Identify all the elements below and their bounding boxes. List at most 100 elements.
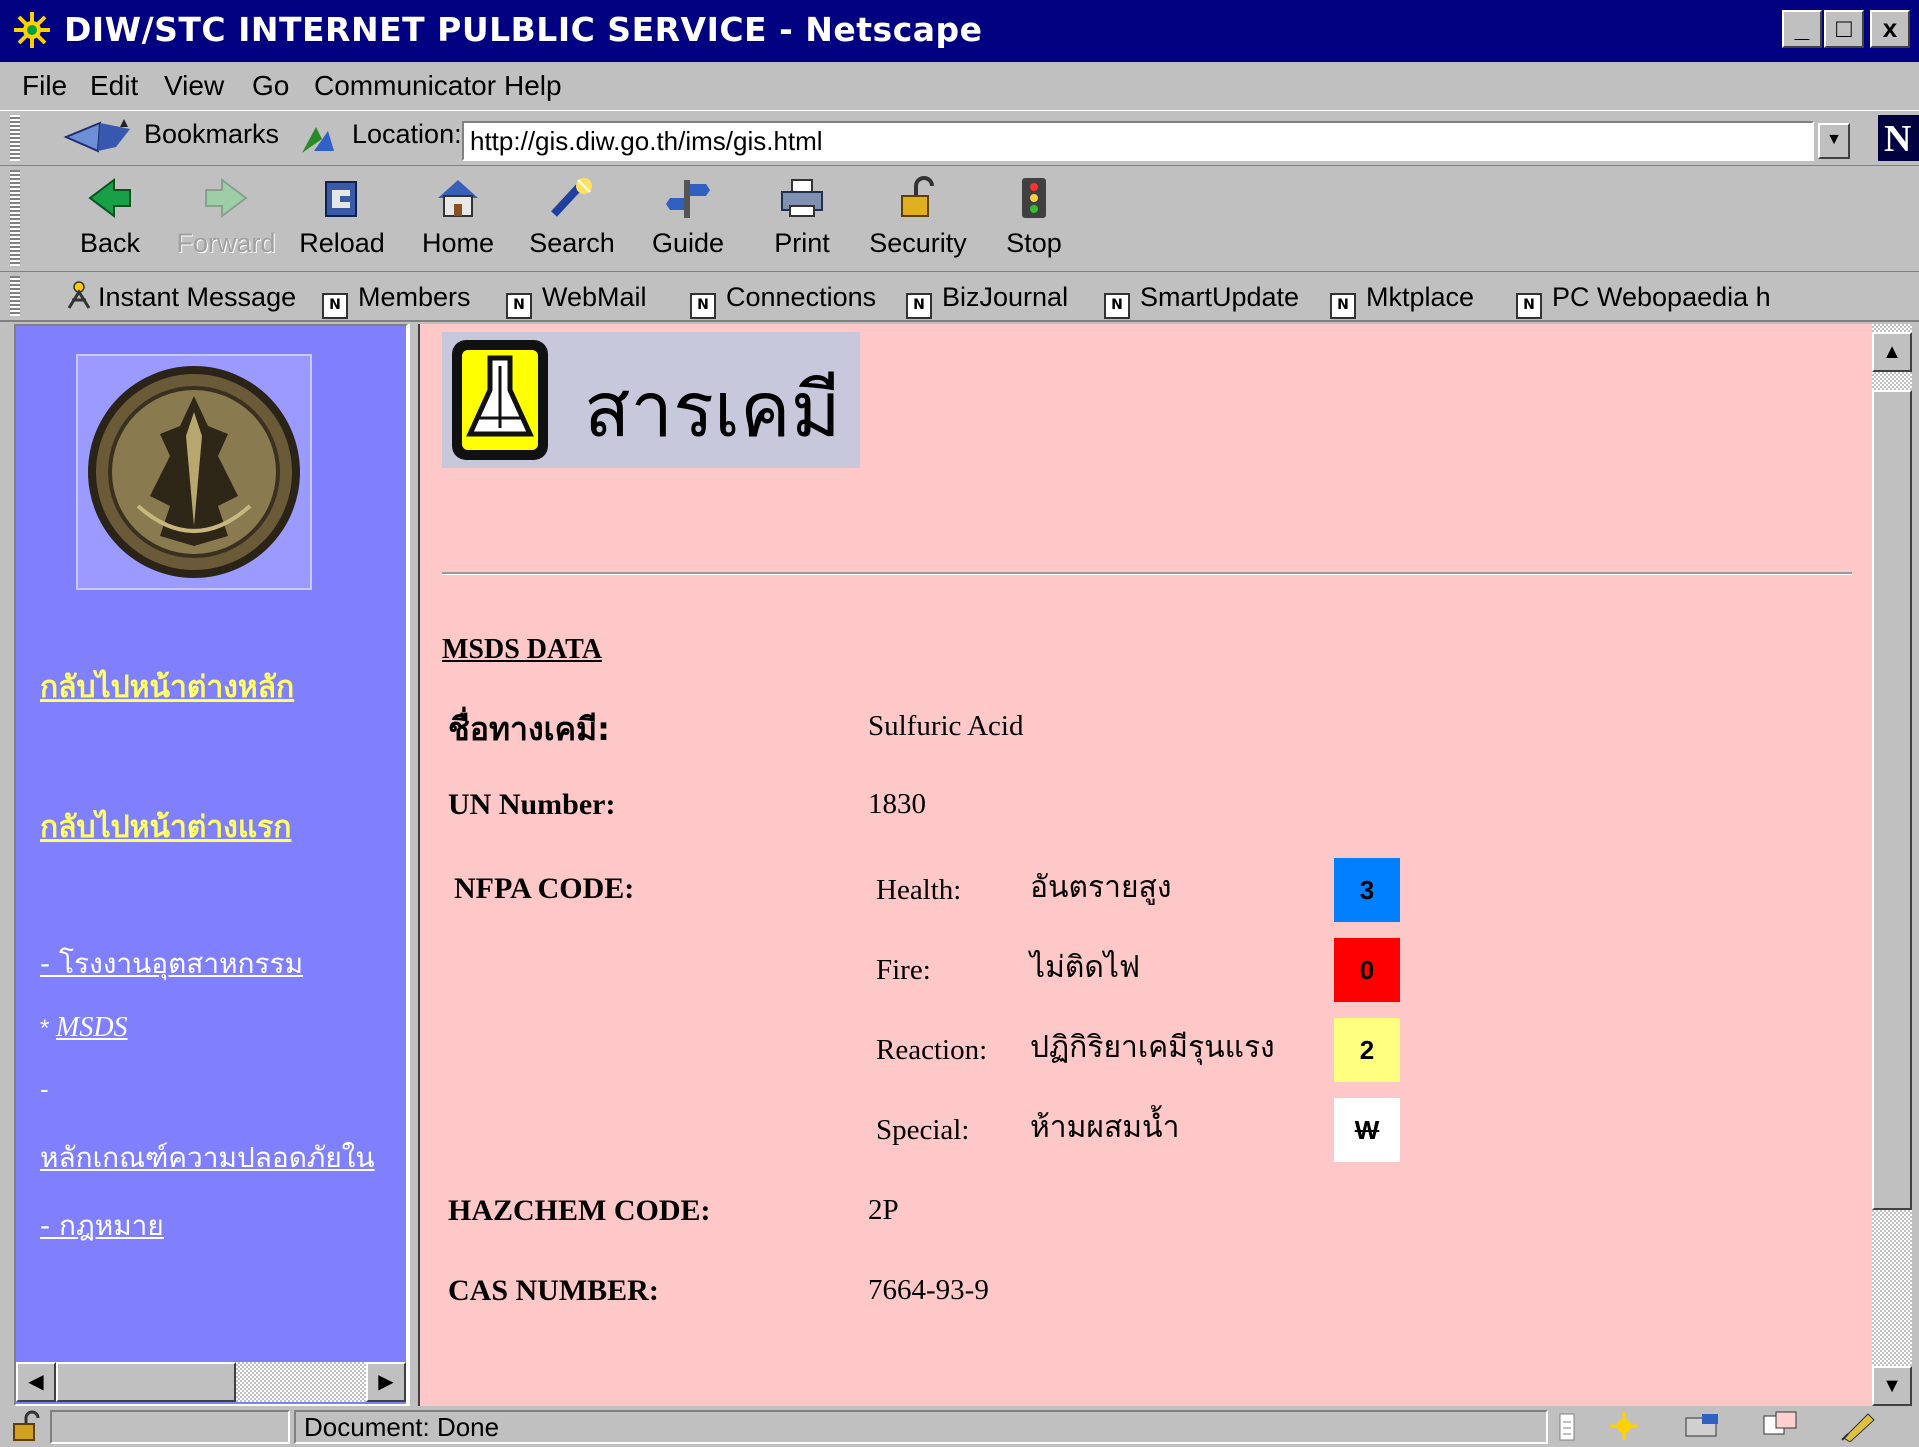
- horizontal-rule: [442, 572, 1852, 575]
- padlock-icon: [901, 176, 934, 217]
- forward-arrow-icon: [205, 178, 248, 218]
- bookmark-connections[interactable]: N Connections: [690, 278, 876, 319]
- url-dropdown-button[interactable]: ▼: [1818, 123, 1850, 159]
- nfpa-fire-desc: ไม่ติดไฟ: [1030, 950, 1141, 985]
- navigator-icon[interactable]: [1604, 1410, 1644, 1447]
- bookmark-page-icon: N: [1104, 293, 1130, 319]
- scroll-down-button[interactable]: ▼: [1872, 1366, 1912, 1406]
- title-bar: DIW/STC INTERNET PULBLIC SERVICE - Netsc…: [0, 0, 1919, 62]
- nfpa-special-desc: ห้ามผสมน้ำ: [1030, 1110, 1180, 1145]
- guide-icon: [666, 180, 710, 218]
- component-bar: [1552, 1410, 1919, 1444]
- bookmark-instant-message[interactable]: Instant Message: [64, 278, 296, 316]
- status-text: Document: Done: [294, 1410, 1548, 1444]
- location-page-icon[interactable]: [298, 121, 338, 162]
- link-industrial-factory[interactable]: - โรงงานอุตสาหกรรม: [40, 942, 303, 986]
- print-button[interactable]: Print: [752, 170, 852, 268]
- toolbar-grip[interactable]: [10, 115, 20, 161]
- menu-help[interactable]: Help: [504, 62, 562, 110]
- toolbar-grip[interactable]: [10, 170, 20, 266]
- netscape-n-icon: N: [1884, 118, 1912, 160]
- bookmark-pc-webopaedia[interactable]: N PC Webopaedia h: [1516, 278, 1771, 319]
- toolbar-grip[interactable]: [10, 276, 20, 316]
- back-button[interactable]: Back: [60, 170, 160, 268]
- maximize-icon: □: [1836, 13, 1852, 43]
- nfpa-health-desc: อันตรายสูง: [1030, 870, 1172, 905]
- link-law[interactable]: - กฎหมาย: [40, 1204, 164, 1248]
- frame-divider[interactable]: [408, 324, 420, 1406]
- nfpa-special-label: Special:: [876, 1114, 970, 1146]
- link-msds[interactable]: MSDS: [56, 1012, 128, 1043]
- arrow-right-icon: ▶: [378, 1371, 394, 1393]
- component-bar-grip-icon[interactable]: [1558, 1412, 1576, 1447]
- cas-number-label: CAS NUMBER:: [448, 1274, 659, 1307]
- content-vertical-scrollbar[interactable]: ▲ ▼: [1872, 324, 1912, 1406]
- reload-button[interactable]: Reload: [292, 170, 392, 268]
- bookmark-page-icon: N: [690, 293, 716, 319]
- window-title: DIW/STC INTERNET PULBLIC SERVICE - Netsc…: [64, 10, 983, 49]
- back-arrow-icon: [88, 178, 131, 218]
- location-label: Location:: [352, 119, 462, 149]
- vertical-scroll-thumb[interactable]: [1872, 390, 1912, 1210]
- chem-name-value: Sulfuric Acid: [868, 710, 1024, 742]
- menu-view[interactable]: View: [164, 62, 224, 110]
- bookmarks-icon[interactable]: [60, 115, 140, 164]
- discussion-groups-icon[interactable]: [1760, 1410, 1800, 1447]
- bookmarks-label[interactable]: Bookmarks: [144, 119, 279, 150]
- content-frame: สารเคมี MSDS DATA ชื่อทางเคมี: Sulfuric …: [420, 324, 1872, 1406]
- nfpa-health-label: Health:: [876, 874, 962, 906]
- location-toolbar: Bookmarks Location: http://gis.diw.go.th…: [0, 110, 1919, 166]
- bookmark-mktplace[interactable]: N Mktplace: [1330, 278, 1474, 319]
- hazchem-code-value: 2P: [868, 1194, 899, 1226]
- scroll-right-button[interactable]: ▶: [366, 1362, 406, 1402]
- stop-icon: [1022, 178, 1046, 218]
- banner-title: สารเคมี: [584, 365, 841, 454]
- search-button[interactable]: Search: [522, 170, 622, 268]
- bookmark-members[interactable]: N Members: [322, 278, 471, 319]
- nfpa-health-badge: 3: [1334, 858, 1400, 922]
- bookmark-page-icon: N: [906, 293, 932, 319]
- menu-communicator[interactable]: Communicator: [314, 62, 496, 110]
- bookmark-page-icon: N: [1330, 293, 1356, 319]
- scroll-left-button[interactable]: ◀: [16, 1362, 56, 1402]
- maximize-button[interactable]: □: [1824, 10, 1864, 48]
- bookmark-smartupdate[interactable]: N SmartUpdate: [1104, 278, 1299, 319]
- bookmark-bizjournal[interactable]: N BizJournal: [906, 278, 1068, 319]
- person-icon: [64, 280, 94, 320]
- un-number-label: UN Number:: [448, 788, 616, 821]
- menu-file[interactable]: File: [22, 62, 67, 110]
- composer-icon[interactable]: [1838, 1410, 1878, 1447]
- link-back-to-first[interactable]: กลับไปหน้าต่างแรก: [40, 804, 291, 851]
- left-frame-horizontal-scrollbar[interactable]: ◀ ▶: [16, 1362, 406, 1402]
- close-button[interactable]: x: [1870, 10, 1910, 48]
- scroll-up-button[interactable]: ▲: [1872, 332, 1912, 372]
- home-button[interactable]: Home: [408, 170, 508, 268]
- forward-button[interactable]: Forward: [176, 170, 276, 268]
- nfpa-special-badge: W: [1334, 1098, 1400, 1162]
- nfpa-fire-label: Fire:: [876, 954, 931, 986]
- location-url-input[interactable]: http://gis.diw.go.th/ims/gis.html: [462, 121, 1814, 161]
- minimize-icon: _: [1794, 13, 1810, 43]
- nfpa-reaction-desc: ปฏิกิริยาเคมีรุนแรง: [1030, 1030, 1275, 1065]
- link-safety-criteria[interactable]: หลักเกณฑ์ความปลอดภัยใน: [40, 1136, 375, 1180]
- menu-go[interactable]: Go: [252, 62, 289, 110]
- mail-icon[interactable]: [1682, 1410, 1722, 1447]
- security-lock-status-icon[interactable]: [10, 1410, 46, 1447]
- menu-edit[interactable]: Edit: [90, 62, 138, 110]
- link-back-to-main[interactable]: กลับไปหน้าต่างหลัก: [40, 664, 294, 711]
- nfpa-code-label: NFPA CODE:: [454, 872, 635, 905]
- chem-name-label: ชื่อทางเคมี:: [448, 710, 610, 748]
- search-icon: [551, 178, 592, 217]
- guide-button[interactable]: Guide: [638, 170, 738, 268]
- security-button[interactable]: Security: [868, 170, 968, 268]
- stop-button[interactable]: Stop: [984, 170, 1084, 268]
- nfpa-reaction-badge: 2: [1334, 1018, 1400, 1082]
- horizontal-scroll-thumb[interactable]: [56, 1362, 236, 1402]
- bookmark-webmail[interactable]: N WebMail: [506, 278, 647, 319]
- flask-icon: [452, 340, 548, 460]
- minimize-button[interactable]: _: [1782, 10, 1822, 48]
- bookmark-page-icon: N: [506, 293, 532, 319]
- netscape-throbber[interactable]: N: [1878, 115, 1919, 161]
- hazchem-code-label: HAZCHEM CODE:: [448, 1194, 711, 1227]
- list-dash: -: [40, 1074, 49, 1104]
